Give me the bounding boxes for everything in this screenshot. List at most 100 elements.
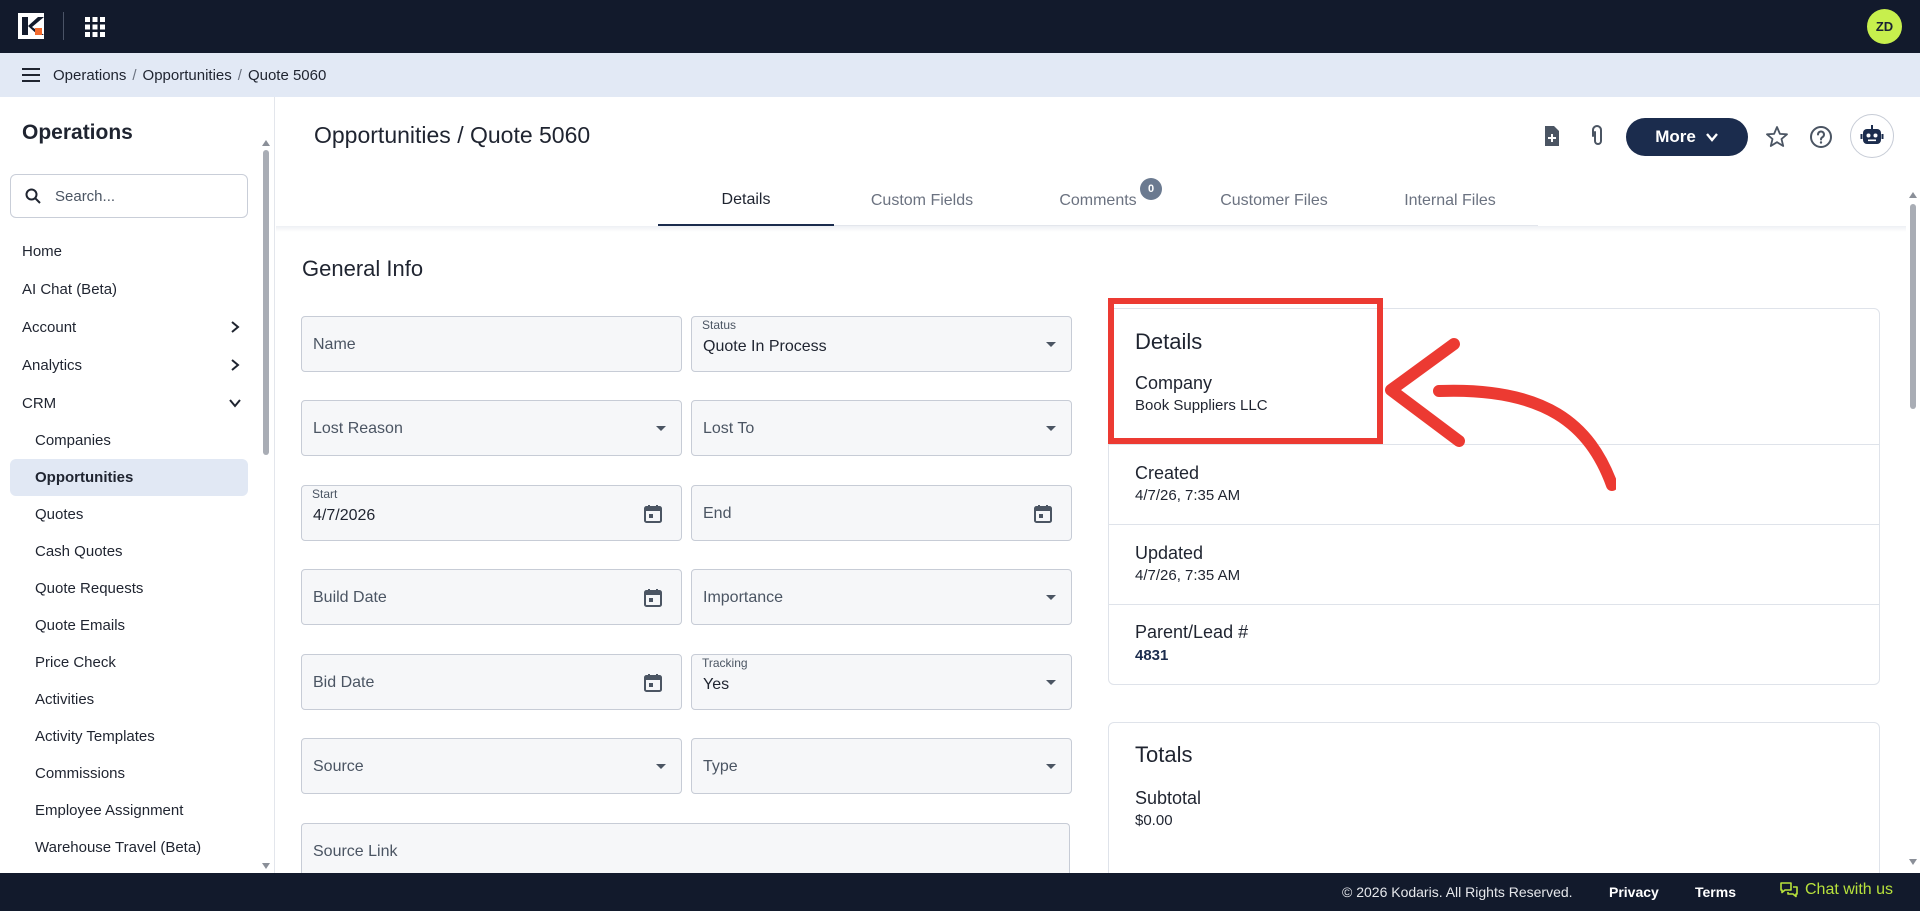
totals-subtotal-row: Totals Subtotal $0.00 [1109, 723, 1879, 857]
tracking-label: Tracking [702, 656, 748, 670]
dropdown-arrow-icon [656, 426, 666, 431]
tab-customer-files[interactable]: Customer Files [1186, 176, 1362, 226]
tab-comments[interactable]: Comments 0 [1010, 176, 1186, 226]
user-avatar[interactable]: ZD [1867, 9, 1902, 44]
start-value: 4/7/2026 [313, 507, 376, 524]
details-parent-row: Parent/Lead # 4831 [1109, 605, 1879, 684]
calendar-icon[interactable] [643, 673, 663, 693]
sidebar: Operations Home AI Chat (Beta) Account A… [0, 97, 275, 873]
sidebar-item-crm[interactable]: CRM [0, 384, 258, 422]
sidebar-item-warehouse-travel[interactable]: Warehouse Travel (Beta) [10, 829, 248, 866]
sidebar-item-cash-quotes[interactable]: Cash Quotes [10, 533, 248, 570]
more-button[interactable]: More [1626, 118, 1748, 156]
sidebar-item-price-check[interactable]: Price Check [10, 644, 248, 681]
sidebar-item-home[interactable]: Home [0, 232, 258, 270]
sidebar-item-ai-chat[interactable]: AI Chat (Beta) [0, 270, 258, 308]
add-document-icon[interactable] [1540, 124, 1564, 148]
lost-reason-placeholder: Lost Reason [313, 420, 403, 437]
scrollbar-thumb[interactable] [1910, 204, 1916, 409]
dropdown-arrow-icon [656, 764, 666, 769]
sidebar-nav: Home AI Chat (Beta) Account Analytics CR… [0, 232, 258, 866]
tab-internal-files[interactable]: Internal Files [1362, 176, 1538, 226]
bid-date-placeholder: Bid Date [313, 674, 375, 691]
sidebar-item-quotes[interactable]: Quotes [10, 496, 248, 533]
calendar-icon[interactable] [643, 588, 663, 608]
parent-lead-link[interactable]: 4831 [1135, 647, 1879, 664]
scroll-up-arrow[interactable] [1909, 192, 1917, 198]
importance-select[interactable]: Importance [691, 569, 1072, 625]
chat-label: Chat with us [1805, 881, 1894, 898]
general-info-title: General Info [302, 256, 424, 281]
sidebar-item-account[interactable]: Account [0, 308, 258, 346]
calendar-icon[interactable] [643, 504, 663, 524]
lost-reason-select[interactable]: Lost Reason [301, 400, 682, 456]
terms-link[interactable]: Terms [1695, 884, 1736, 900]
apps-grid-icon[interactable] [84, 16, 106, 38]
sidebar-item-activities[interactable]: Activities [10, 681, 248, 718]
chat-with-us-button[interactable]: Chat with us [1780, 881, 1893, 899]
scroll-up-arrow[interactable] [262, 140, 270, 146]
calendar-icon[interactable] [1033, 504, 1053, 524]
copyright-text: © 2026 Kodaris. All Rights Reserved. [1342, 884, 1573, 900]
page-title: Opportunities / Quote 5060 [314, 122, 591, 148]
build-date-field[interactable]: Build Date [301, 569, 682, 625]
status-select[interactable]: Status Quote In Process [691, 316, 1072, 372]
chevron-right-icon [231, 321, 240, 333]
sidebar-item-employee-assignment[interactable]: Employee Assignment [10, 792, 248, 829]
privacy-link[interactable]: Privacy [1609, 884, 1659, 900]
sidebar-item-analytics[interactable]: Analytics [0, 346, 258, 384]
comments-count-badge: 0 [1140, 178, 1162, 200]
sidebar-item-companies[interactable]: Companies [10, 422, 248, 459]
breadcrumb-separator: / [237, 66, 242, 84]
search-icon [25, 188, 41, 204]
lost-to-select[interactable]: Lost To [691, 400, 1072, 456]
name-field[interactable]: Name [301, 316, 682, 372]
type-select[interactable]: Type [691, 738, 1072, 794]
source-link-field[interactable]: Source Link [301, 823, 1070, 873]
sidebar-item-activity-templates[interactable]: Activity Templates [10, 718, 248, 755]
details-updated-row: Updated 4/7/26, 7:35 AM [1109, 525, 1879, 605]
sidebar-item-label: Home [22, 242, 63, 260]
status-label: Status [702, 318, 737, 332]
status-value: Quote In Process [703, 338, 827, 355]
footer: © 2026 Kodaris. All Rights Reserved. Pri… [0, 873, 1920, 911]
breadcrumb-separator: / [132, 66, 137, 84]
main-content: Opportunities / Quote 5060 More Details … [276, 97, 1920, 882]
scrollbar-thumb[interactable] [263, 150, 269, 455]
star-icon[interactable] [1765, 125, 1789, 149]
source-link-placeholder: Source Link [313, 843, 398, 860]
sidebar-item-commissions[interactable]: Commissions [10, 755, 248, 792]
tab-details[interactable]: Details [658, 176, 834, 226]
breadcrumb-operations[interactable]: Operations [53, 67, 126, 84]
subtotal-value: $0.00 [1135, 812, 1173, 829]
search-input[interactable] [55, 187, 235, 205]
sidebar-item-quote-emails[interactable]: Quote Emails [10, 607, 248, 644]
tracking-select[interactable]: Tracking Yes [691, 654, 1072, 710]
ai-assistant-button[interactable] [1850, 114, 1894, 158]
hamburger-menu-icon[interactable] [22, 67, 40, 83]
sidebar-item-quote-requests[interactable]: Quote Requests [10, 570, 248, 607]
breadcrumb-quote[interactable]: Quote 5060 [248, 67, 326, 84]
paperclip-icon[interactable] [1585, 124, 1609, 148]
sidebar-search[interactable] [10, 174, 248, 218]
breadcrumb-opportunities[interactable]: Opportunities [143, 67, 232, 84]
kodaris-logo[interactable] [18, 13, 44, 39]
tab-comments-label: Comments [1059, 192, 1137, 209]
dropdown-arrow-icon [1046, 680, 1056, 685]
source-select[interactable]: Source [301, 738, 682, 794]
scroll-down-arrow[interactable] [262, 863, 270, 869]
main-scrollbar[interactable] [1908, 192, 1918, 868]
chevron-down-icon [229, 399, 241, 408]
sidebar-scrollbar[interactable] [262, 140, 270, 869]
help-icon[interactable] [1809, 125, 1833, 149]
bid-date-field[interactable]: Bid Date [301, 654, 682, 710]
start-date-field[interactable]: Start 4/7/2026 [301, 485, 682, 541]
chevron-down-icon [1705, 133, 1718, 142]
tab-bar: Details Custom Fields Comments 0 Custome… [658, 176, 1538, 226]
tab-custom-fields[interactable]: Custom Fields [834, 176, 1010, 226]
sidebar-item-opportunities[interactable]: Opportunities [10, 459, 248, 496]
tabs-shadow [276, 226, 1906, 232]
end-date-field[interactable]: End [691, 485, 1072, 541]
totals-card-title: Totals [1135, 742, 1193, 767]
scroll-down-arrow[interactable] [1909, 859, 1917, 865]
